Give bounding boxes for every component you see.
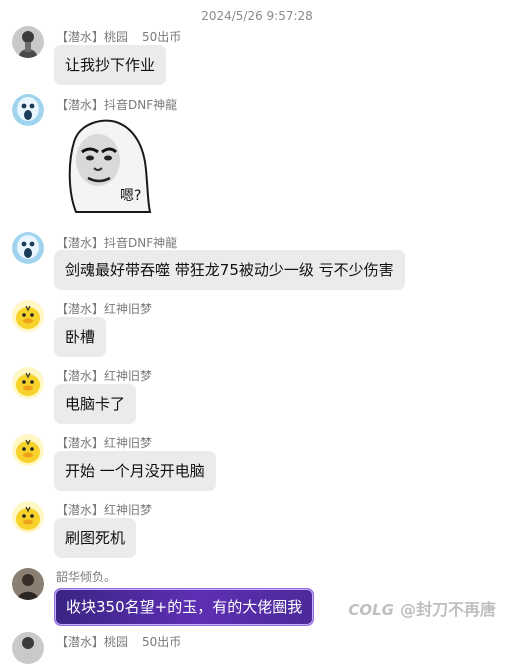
message-sender[interactable]: 【潜水】红神旧梦 <box>56 501 152 518</box>
sender-name: 抖音DNF神龍 <box>104 236 178 250</box>
yellow-duck-avatar[interactable] <box>12 367 44 399</box>
yellow-duck-avatar[interactable] <box>12 434 44 466</box>
sender-name: 红神旧梦 <box>104 369 153 383</box>
message-bubble-special[interactable]: 收块350名望+的玉，有的大佬圈我 <box>54 588 315 626</box>
sender-tag: 【潜水】 <box>56 635 105 649</box>
sender-badge: 50出币 <box>142 30 182 44</box>
sender-name: 桃园 <box>104 635 129 649</box>
message-sender[interactable]: 【潜水】抖音DNF神龍 <box>56 234 177 251</box>
message-sender[interactable]: 韶华倾负。 <box>56 568 116 585</box>
message-sender[interactable]: 【潜水】红神旧梦 <box>56 434 152 451</box>
blue-ghost-avatar[interactable] <box>12 232 44 264</box>
sender-name: 红神旧梦 <box>104 436 153 450</box>
sender-tag: 【潜水】 <box>56 436 105 450</box>
yellow-duck-avatar[interactable] <box>12 300 44 332</box>
sender-name: 红神旧梦 <box>104 302 153 316</box>
yellow-duck-avatar[interactable] <box>12 501 44 533</box>
sender-tag: 【潜水】 <box>56 30 105 44</box>
colg-logo: COLG <box>348 601 394 619</box>
message-sender[interactable]: 【潜水】桃园 50出币 <box>56 633 181 650</box>
person-avatar[interactable] <box>12 632 44 664</box>
sender-tag: 【潜水】 <box>56 98 105 112</box>
sender-name: 桃园 <box>104 30 129 44</box>
sender-tag: 【潜水】 <box>56 236 105 250</box>
sender-tag: 【潜水】 <box>56 503 105 517</box>
message-bubble[interactable]: 剑魂最好带吞噬 带狂龙75被动少一级 亏不少伤害 <box>54 250 405 290</box>
person-avatar[interactable] <box>12 26 44 58</box>
sender-badge: 50出币 <box>142 635 182 649</box>
sender-tag: 【潜水】 <box>56 369 105 383</box>
sender-name: 抖音DNF神龍 <box>104 98 178 112</box>
blue-ghost-avatar[interactable] <box>12 94 44 126</box>
message-bubble[interactable]: 开始 一个月没开电脑 <box>54 451 216 491</box>
sender-name: 韶华倾负。 <box>56 570 117 584</box>
message-bubble[interactable]: 电脑卡了 <box>54 384 137 424</box>
message-bubble[interactable]: 让我抄下作业 <box>54 45 167 85</box>
meme-sticker[interactable]: 嗯? <box>54 112 156 214</box>
message-bubble[interactable]: 卧槽 <box>54 317 107 357</box>
chat-timestamp: 2024/5/26 9:57:28 <box>201 9 313 23</box>
sender-name: 红神旧梦 <box>104 503 153 517</box>
message-sender[interactable]: 【潜水】红神旧梦 <box>56 367 152 384</box>
dark-person-avatar[interactable] <box>12 568 44 600</box>
watermark-text: @封刀不再唐 <box>399 600 496 619</box>
message-bubble[interactable]: 刷图死机 <box>54 518 137 558</box>
message-sender[interactable]: 【潜水】抖音DNF神龍 <box>56 96 177 113</box>
message-sender[interactable]: 【潜水】红神旧梦 <box>56 300 152 317</box>
message-sender[interactable]: 【潜水】桃园 50出币 <box>56 28 181 45</box>
sticker-caption: 嗯? <box>120 188 141 204</box>
watermark: COLG @封刀不再唐 <box>348 596 496 620</box>
sender-tag: 【潜水】 <box>56 302 105 316</box>
